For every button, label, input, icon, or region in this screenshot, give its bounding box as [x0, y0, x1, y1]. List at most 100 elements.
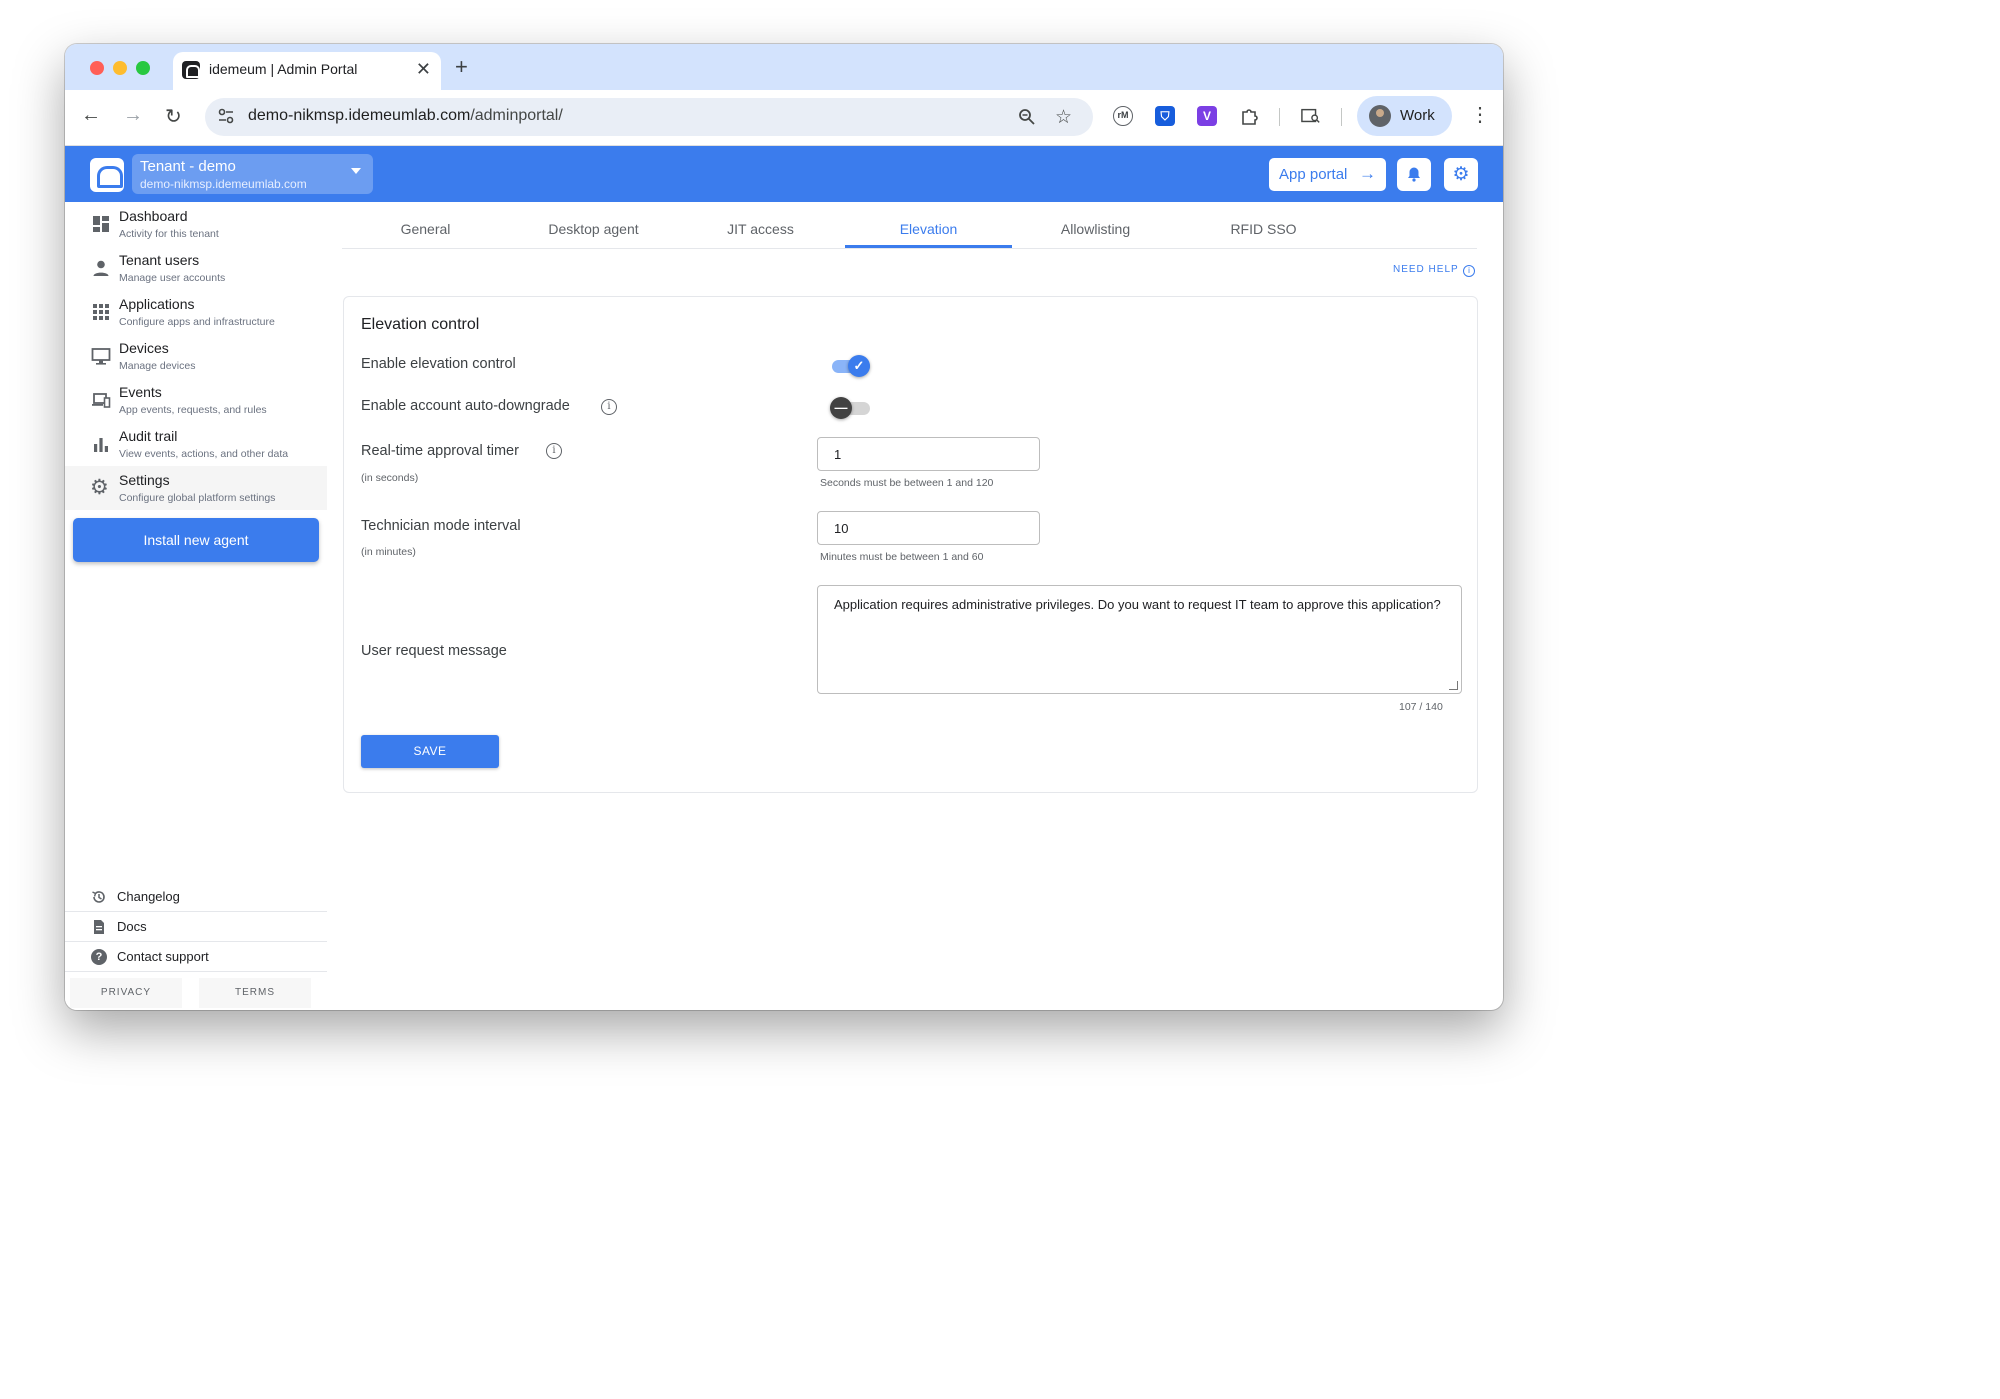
notifications-button[interactable]	[1397, 158, 1431, 191]
tab-jit-access[interactable]: JIT access	[677, 202, 844, 248]
sidebar: Dashboard Activity for this tenant Tenan…	[65, 202, 327, 1010]
footer-label: Docs	[117, 919, 147, 934]
enable-elevation-label: Enable elevation control	[361, 356, 516, 372]
auto-downgrade-label: Enable account auto-downgrade	[361, 398, 570, 414]
sidebar-footer-docs[interactable]: Docs	[65, 912, 327, 942]
dashboard-icon	[93, 216, 109, 232]
browser-menu-icon[interactable]: ⋮	[1470, 102, 1490, 127]
help-icon: ?	[91, 949, 107, 965]
extensions-puzzle-icon[interactable]	[1239, 106, 1259, 126]
v-extension-icon[interactable]: V	[1197, 106, 1217, 126]
sidebar-item-title: Tenant users	[119, 252, 200, 268]
technician-mode-hint: (in minutes)	[361, 546, 416, 558]
tab-desktop-agent[interactable]: Desktop agent	[510, 202, 677, 248]
app-portal-label: App portal	[1279, 166, 1348, 183]
browser-window: idemeum | Admin Portal ✕ + ← → ↻ demo-ni…	[65, 44, 1503, 1010]
sidebar-item-dashboard[interactable]: Dashboard Activity for this tenant	[65, 202, 327, 246]
url-path: /adminportal/	[470, 107, 563, 124]
technician-mode-label: Technician mode interval	[361, 518, 521, 534]
user-request-message-textarea[interactable]: Application requires administrative priv…	[817, 585, 1462, 694]
toolbar-separator	[1279, 108, 1280, 126]
tenant-host: demo-nikmsp.idemeumlab.com	[140, 177, 307, 191]
sidebar-item-title: Audit trail	[119, 428, 178, 444]
sidebar-item-settings[interactable]: ⚙ Settings Configure global platform set…	[65, 466, 327, 510]
tab-title: idemeum | Admin Portal	[209, 61, 358, 77]
resize-handle-icon[interactable]	[1449, 681, 1458, 690]
privacy-link[interactable]: PRIVACY	[70, 978, 182, 1008]
zoom-icon[interactable]	[1018, 108, 1036, 126]
sidebar-item-audit-trail[interactable]: Audit trail View events, actions, and ot…	[65, 422, 327, 466]
browser-toolbar: ← → ↻ demo-nikmsp.idemeumlab.com/adminpo…	[65, 90, 1503, 146]
sidebar-item-devices[interactable]: Devices Manage devices	[65, 334, 327, 378]
address-bar[interactable]: demo-nikmsp.idemeumlab.com/adminportal/ …	[205, 98, 1093, 136]
app-portal-button[interactable]: App portal →	[1269, 158, 1386, 191]
reload-icon[interactable]: ↻	[165, 104, 182, 129]
sidebar-item-tenant-users[interactable]: Tenant users Manage user accounts	[65, 246, 327, 290]
approval-timer-input[interactable]: 1	[817, 437, 1040, 471]
info-icon[interactable]: i	[546, 443, 562, 459]
back-icon[interactable]: ←	[81, 104, 101, 127]
sidebar-footer-contact-support[interactable]: ? Contact support	[65, 942, 327, 972]
character-counter: 107 / 140	[1399, 701, 1443, 713]
tab-strip: idemeum | Admin Portal ✕ +	[65, 44, 1503, 90]
profile-button[interactable]: Work	[1357, 96, 1452, 136]
tab-general[interactable]: General	[342, 202, 509, 248]
settings-tabs: General Desktop agent JIT access Elevati…	[342, 202, 1477, 249]
tab-close-icon[interactable]: ✕	[416, 59, 431, 80]
technician-mode-input[interactable]: 10	[817, 511, 1040, 545]
sidebar-item-title: Settings	[119, 472, 170, 488]
bitwarden-extension-icon[interactable]: ⛉	[1155, 106, 1175, 126]
tab-search-icon[interactable]	[1301, 106, 1321, 126]
auto-downgrade-toggle[interactable]: —	[830, 397, 872, 419]
gear-icon: ⚙	[90, 476, 109, 499]
profile-label: Work	[1400, 107, 1435, 124]
forward-icon[interactable]: →	[123, 104, 143, 127]
enable-elevation-toggle[interactable]: ✓	[832, 355, 872, 377]
close-window-button[interactable]	[90, 61, 104, 75]
sidebar-item-title: Dashboard	[119, 208, 188, 224]
tab-allowlisting[interactable]: Allowlisting	[1012, 202, 1179, 248]
save-button[interactable]: SAVE	[361, 735, 499, 768]
minimize-window-button[interactable]	[113, 61, 127, 75]
card-title: Elevation control	[361, 316, 480, 333]
sidebar-item-title: Applications	[119, 296, 195, 312]
tab-rfid-sso[interactable]: RFID SSO	[1180, 202, 1347, 248]
settings-button[interactable]: ⚙	[1444, 158, 1478, 191]
tenant-selector[interactable]: Tenant - demo demo-nikmsp.idemeumlab.com	[132, 154, 373, 194]
approval-timer-value: 1	[834, 447, 842, 462]
technician-mode-help: Minutes must be between 1 and 60	[820, 551, 984, 563]
need-help-link[interactable]: NEED HELP	[1393, 264, 1459, 275]
info-icon[interactable]: i	[1463, 265, 1475, 277]
sidebar-item-events[interactable]: Events App events, requests, and rules	[65, 378, 327, 422]
install-new-agent-button[interactable]: Install new agent	[73, 518, 319, 562]
tab-elevation[interactable]: Elevation	[845, 202, 1012, 248]
remarkable-extension-icon[interactable]: rM	[1113, 106, 1133, 126]
technician-mode-value: 10	[834, 521, 849, 536]
sidebar-item-subtitle: Configure global platform settings	[119, 492, 276, 504]
sidebar-item-subtitle: Configure apps and infrastructure	[119, 316, 275, 328]
check-icon: ✓	[848, 355, 870, 377]
footer-label: Changelog	[117, 889, 180, 904]
browser-tab[interactable]: idemeum | Admin Portal ✕	[173, 52, 441, 90]
minus-icon: —	[830, 397, 852, 419]
info-icon[interactable]: i	[601, 399, 617, 415]
arrow-right-icon: →	[1359, 164, 1376, 183]
url-host: demo-nikmsp.idemeumlab.com	[248, 107, 471, 124]
sidebar-item-subtitle: View events, actions, and other data	[119, 448, 289, 460]
sidebar-footer-changelog[interactable]: Changelog	[65, 882, 327, 912]
document-icon	[94, 920, 104, 934]
maximize-window-button[interactable]	[136, 61, 150, 75]
approval-timer-label: Real-time approval timer	[361, 443, 519, 459]
monitor-icon	[91, 348, 111, 365]
history-icon	[92, 891, 105, 903]
caret-down-icon	[351, 168, 361, 174]
sidebar-item-applications[interactable]: Applications Configure apps and infrastr…	[65, 290, 327, 334]
terms-link[interactable]: TERMS	[199, 978, 311, 1008]
site-settings-icon[interactable]	[217, 107, 235, 125]
gear-icon: ⚙	[1452, 164, 1470, 185]
bookmark-star-icon[interactable]: ☆	[1055, 106, 1072, 129]
new-tab-button[interactable]: +	[455, 54, 468, 80]
sidebar-item-title: Devices	[119, 340, 169, 356]
app-header: Tenant - demo demo-nikmsp.idemeumlab.com…	[65, 146, 1503, 202]
bar-chart-icon	[94, 438, 108, 452]
